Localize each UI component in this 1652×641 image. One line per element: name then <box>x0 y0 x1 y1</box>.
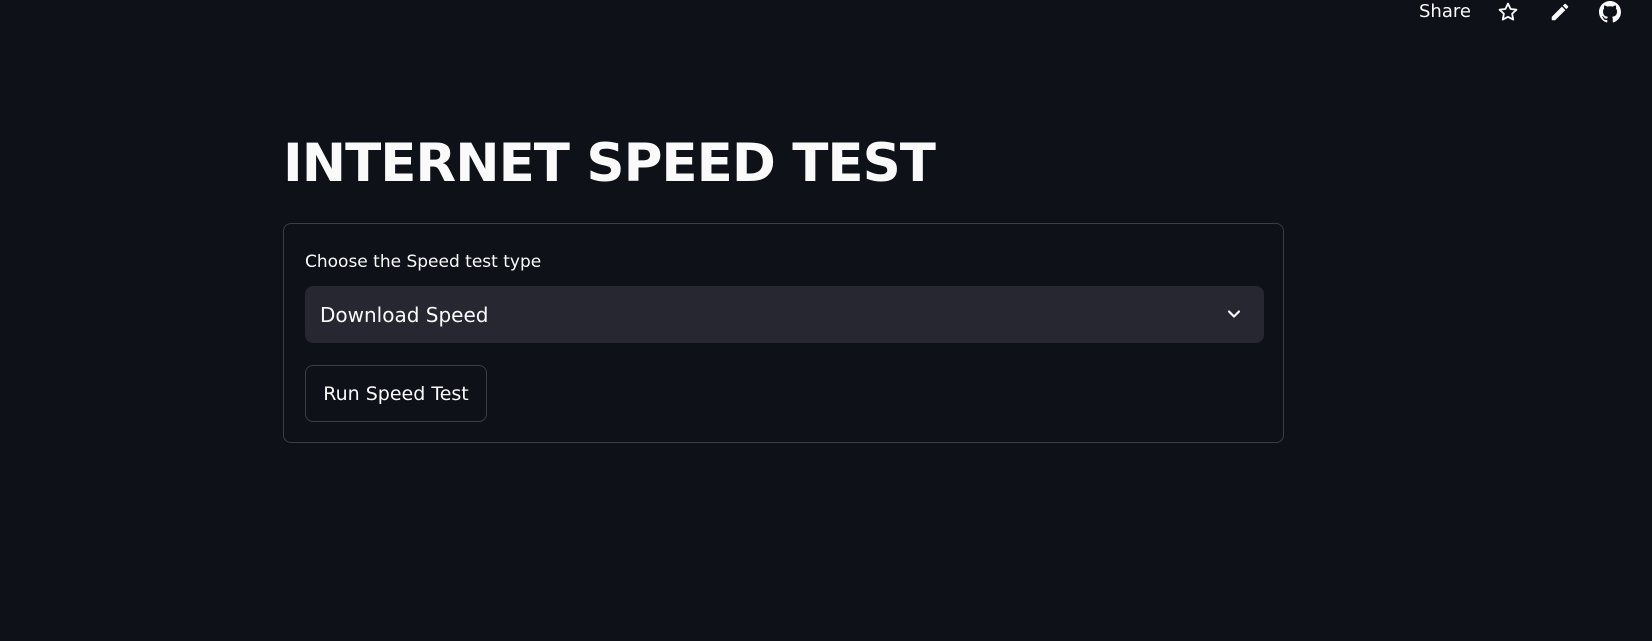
speed-test-type-select[interactable]: Download Speed <box>305 286 1264 343</box>
select-value: Download Speed <box>320 302 489 327</box>
share-button[interactable]: Share <box>1419 0 1471 24</box>
page-title: INTERNET SPEED TEST <box>283 133 936 194</box>
speed-test-form: Choose the Speed test type Download Spee… <box>283 223 1284 443</box>
github-icon[interactable] <box>1599 1 1621 23</box>
run-speed-test-button[interactable]: Run Speed Test <box>305 365 487 422</box>
speed-test-type-label: Choose the Speed test type <box>305 252 542 272</box>
star-icon[interactable] <box>1497 1 1519 23</box>
chevron-down-icon[interactable] <box>1224 304 1244 324</box>
pencil-icon[interactable] <box>1549 1 1571 23</box>
